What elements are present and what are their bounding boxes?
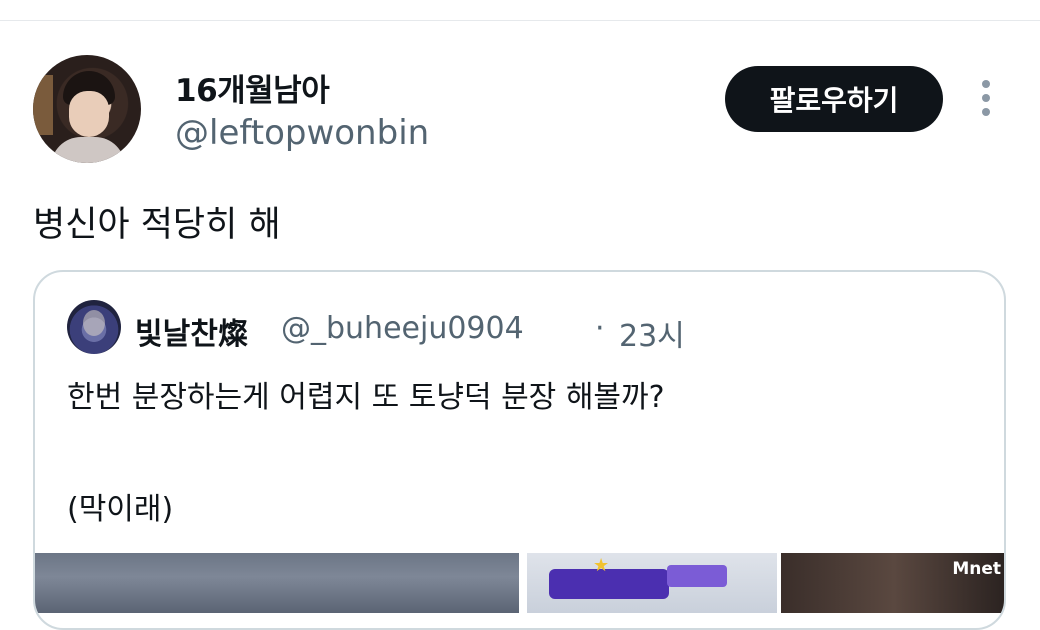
tweet-text: 병신아 적당히 해 [33,205,281,245]
quoted-author-handle[interactable]: @_buheeju0904 [281,311,524,346]
quoted-text-line-1: 한번 분장하는게 어렵지 또 토냥덕 분장 해볼까? [67,380,665,415]
quoted-text-line-2: (막이래) [67,492,174,527]
media-thumbnail-3[interactable]: Mnet [781,553,1004,613]
author-handle[interactable]: @leftopwonbin [175,113,429,153]
media-thumbnail-1[interactable] [35,553,519,613]
media-thumbnail-2[interactable]: ★ [527,553,777,613]
top-divider [0,20,1040,21]
follow-button[interactable]: 팔로우하기 [725,66,943,132]
meta-separator: · [595,311,605,346]
quoted-author-avatar[interactable] [67,300,121,354]
author-avatar[interactable] [33,55,141,163]
quoted-author-display-name[interactable]: 빛날찬燦 [135,309,248,353]
mnet-logo: Mnet [952,559,1001,579]
quoted-timestamp[interactable]: 23시 [619,311,685,355]
more-vertical-icon[interactable] [979,80,993,120]
author-display-name[interactable]: 16개월남아 [175,65,330,110]
quoted-tweet-card[interactable]: 빛날찬燦 @_buheeju0904 · 23시 한번 분장하는게 어렵지 또 … [33,270,1006,630]
